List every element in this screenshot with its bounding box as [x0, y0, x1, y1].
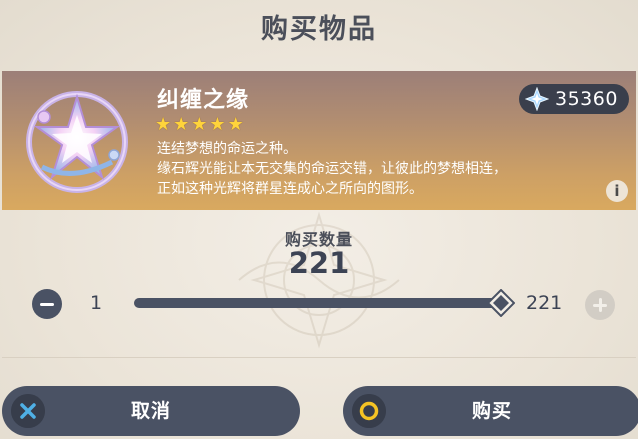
- item-name: 纠缠之缘: [157, 88, 250, 113]
- quantity-slider[interactable]: [134, 298, 500, 308]
- slider-thumb[interactable]: [487, 289, 515, 317]
- star-icon: ★: [227, 114, 244, 135]
- star-icon: ★: [155, 114, 172, 135]
- description-line: 正如这种光辉将群星连成心之所向的图形。: [157, 181, 423, 197]
- slider-min-label: 1: [90, 292, 103, 314]
- minus-icon: [40, 302, 54, 306]
- slider-max-label: 221: [526, 292, 563, 314]
- buy-button[interactable]: 购买: [343, 386, 638, 436]
- description-line: 缘石辉光能让本无交集的命运交错，让彼此的梦想相连，: [157, 161, 507, 177]
- currency-badge: 35360: [519, 84, 629, 114]
- increase-quantity-button[interactable]: [585, 290, 615, 320]
- decrease-quantity-button[interactable]: [32, 289, 62, 319]
- plus-icon-vertical: [598, 298, 602, 312]
- slider-fill: [134, 298, 500, 308]
- star-icon: ★: [191, 114, 208, 135]
- star-icon: ★: [209, 114, 226, 135]
- info-icon[interactable]: i: [606, 180, 628, 202]
- star-icon: ★: [173, 114, 190, 135]
- divider: [2, 357, 636, 358]
- cancel-button-label: 取消: [130, 400, 171, 422]
- currency-amount: 35360: [555, 88, 618, 110]
- buy-button-label: 购买: [471, 400, 512, 422]
- intertwined-fate-icon: [26, 91, 128, 193]
- primogem-icon: [525, 87, 549, 111]
- item-description: 连结梦想的命运之种。 缘石辉光能让本无交集的命运交错，让彼此的梦想相连， 正如这…: [157, 139, 597, 199]
- dialog-title: 购买物品: [261, 14, 377, 45]
- quantity-value: 221: [288, 246, 350, 280]
- cancel-button[interactable]: 取消: [2, 386, 300, 436]
- rarity-stars: ★ ★ ★ ★ ★: [155, 115, 244, 135]
- description-line: 连结梦想的命运之种。: [157, 141, 297, 157]
